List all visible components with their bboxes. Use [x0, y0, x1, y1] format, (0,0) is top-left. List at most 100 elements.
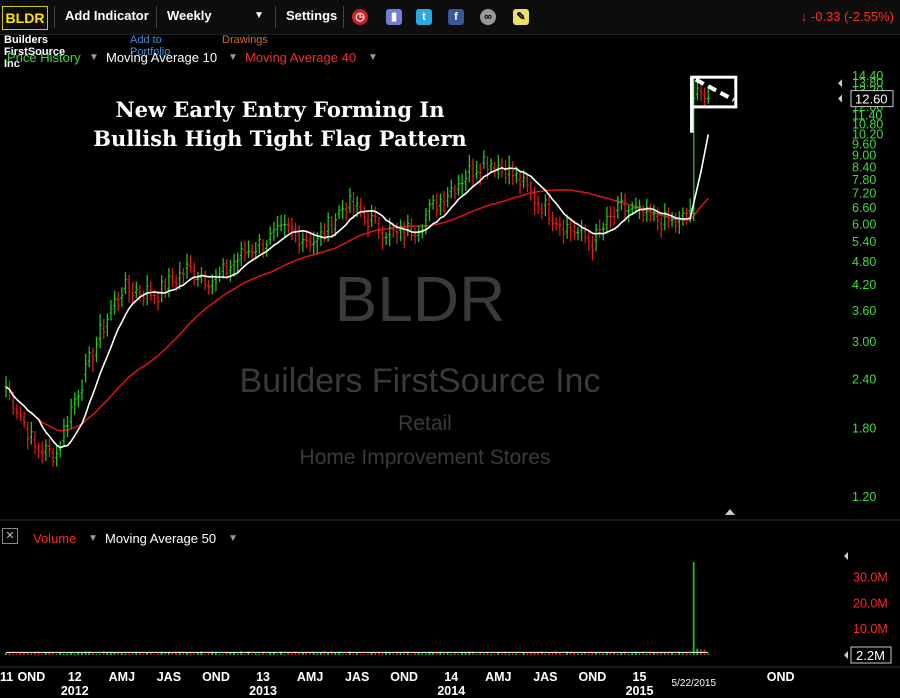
price-axis-tick-label: 4.80: [852, 255, 876, 269]
volume-bar: [500, 653, 503, 655]
left-arrow-icon: [844, 552, 848, 560]
volume-bar: [323, 651, 326, 655]
volume-bar: [5, 652, 7, 655]
volume-axis-tick-label: 20.0M: [853, 596, 888, 610]
volume-bar: [149, 653, 152, 655]
x-axis-tick-label: 14: [444, 670, 458, 684]
volume-bar: [584, 652, 586, 655]
volume-bar: [269, 653, 272, 655]
volume-bar: [95, 653, 98, 655]
volume-bar: [262, 652, 264, 655]
volume-bar: [707, 653, 710, 655]
volume-bar: [218, 653, 221, 655]
volume-bar: [580, 653, 583, 655]
volume-bar: [537, 652, 539, 655]
volume-bar: [576, 653, 579, 655]
price-axis-tick-label: 7.20: [852, 186, 876, 200]
volume-bar: [204, 654, 206, 655]
volume-bar: [73, 653, 76, 655]
price-axis-tick-label: 2.40: [852, 373, 876, 387]
x-axis-tick-label: AMJ: [485, 670, 511, 684]
volume-bar: [515, 653, 518, 655]
volume-bar: [555, 651, 558, 655]
volume-bar: [508, 653, 510, 655]
x-axis-year-label: 2014: [437, 684, 465, 698]
volume-bar: [341, 654, 344, 655]
volume-bar: [432, 652, 434, 655]
up-arrow-icon: [725, 509, 735, 515]
x-axis-tick-label: 13: [256, 670, 270, 684]
x-axis-tick-label: OND: [579, 670, 607, 684]
chevron-down-icon[interactable]: ▼: [88, 533, 98, 544]
price-axis-tick-label: 6.60: [852, 201, 876, 215]
x-axis-tick-label: OND: [767, 670, 795, 684]
volume-bar: [254, 653, 257, 655]
price-axis-tick-label: 1.80: [852, 421, 876, 435]
volume-bar: [493, 653, 496, 655]
volume-label[interactable]: Volume: [33, 531, 76, 546]
volume-bar: [479, 652, 482, 655]
volume-bar: [457, 654, 460, 655]
current-price-label: 12.60: [855, 92, 888, 107]
volume-bar: [475, 653, 478, 655]
volume-bar: [265, 654, 268, 655]
volume-bar: [200, 651, 203, 655]
x-axis-tick-label: JAS: [533, 670, 557, 684]
volume-bar: [193, 653, 196, 655]
volume-bar: [424, 653, 427, 655]
volume-bar: [81, 652, 83, 655]
left-arrow-icon: [838, 94, 842, 103]
volume-bar: [367, 653, 369, 655]
volume-bar: [631, 653, 634, 655]
volume-bar: [656, 653, 659, 655]
volume-bar: [410, 653, 413, 655]
volume-bar: [55, 654, 58, 655]
x-axis-tick-label: 11: [0, 670, 13, 684]
volume-bar: [316, 653, 319, 655]
volume-bar: [12, 653, 15, 655]
chevron-down-icon[interactable]: ▼: [228, 533, 238, 544]
volume-bar: [66, 653, 69, 655]
price-axis-tick-label: 5.40: [852, 235, 876, 249]
volume-bar: [681, 653, 684, 655]
volume-bar: [359, 653, 362, 655]
volume-bar: [519, 654, 521, 655]
volume-bar: [91, 652, 94, 655]
volume-bar: [627, 653, 630, 655]
volume-bar: [435, 652, 438, 655]
volume-bar: [490, 653, 492, 655]
volume-bar: [602, 653, 605, 655]
x-axis-tick-label: AMJ: [297, 670, 323, 684]
volume-bar: [207, 652, 210, 655]
volume-bar: [142, 653, 145, 655]
volume-bar: [251, 653, 253, 655]
volume-bar: [450, 653, 453, 655]
volume-bar: [345, 654, 348, 655]
volume-bar: [421, 653, 424, 655]
volume-bar: [164, 652, 167, 655]
volume-bar: [309, 652, 311, 655]
volume-bar: [482, 653, 485, 655]
volume-bar: [352, 653, 355, 655]
volume-bar: [113, 653, 116, 655]
volume-bar: [283, 654, 286, 655]
volume-bar: [128, 653, 130, 655]
price-axis-tick-label: 3.60: [852, 304, 876, 318]
volume-bar: [363, 654, 366, 655]
x-axis-tick-label: JAS: [345, 670, 369, 684]
volume-ma50-label[interactable]: Moving Average 50: [105, 531, 216, 546]
price-axis-tick-label: 7.80: [852, 173, 876, 187]
volume-bar: [392, 653, 395, 655]
price-axis-tick-label: 3.00: [852, 335, 876, 349]
volume-bar: [443, 652, 445, 655]
volume-bar: [196, 652, 199, 655]
volume-bar: [671, 652, 673, 655]
volume-bar: [41, 653, 43, 655]
close-icon[interactable]: ✕: [2, 528, 18, 544]
volume-bar: [660, 652, 663, 655]
annotation-line-1: New Early Entry Forming In: [115, 97, 445, 122]
volume-bar: [526, 653, 529, 655]
volume-bar: [8, 652, 11, 655]
current-volume-label: 2.2M: [856, 648, 885, 663]
volume-bar: [544, 653, 547, 655]
